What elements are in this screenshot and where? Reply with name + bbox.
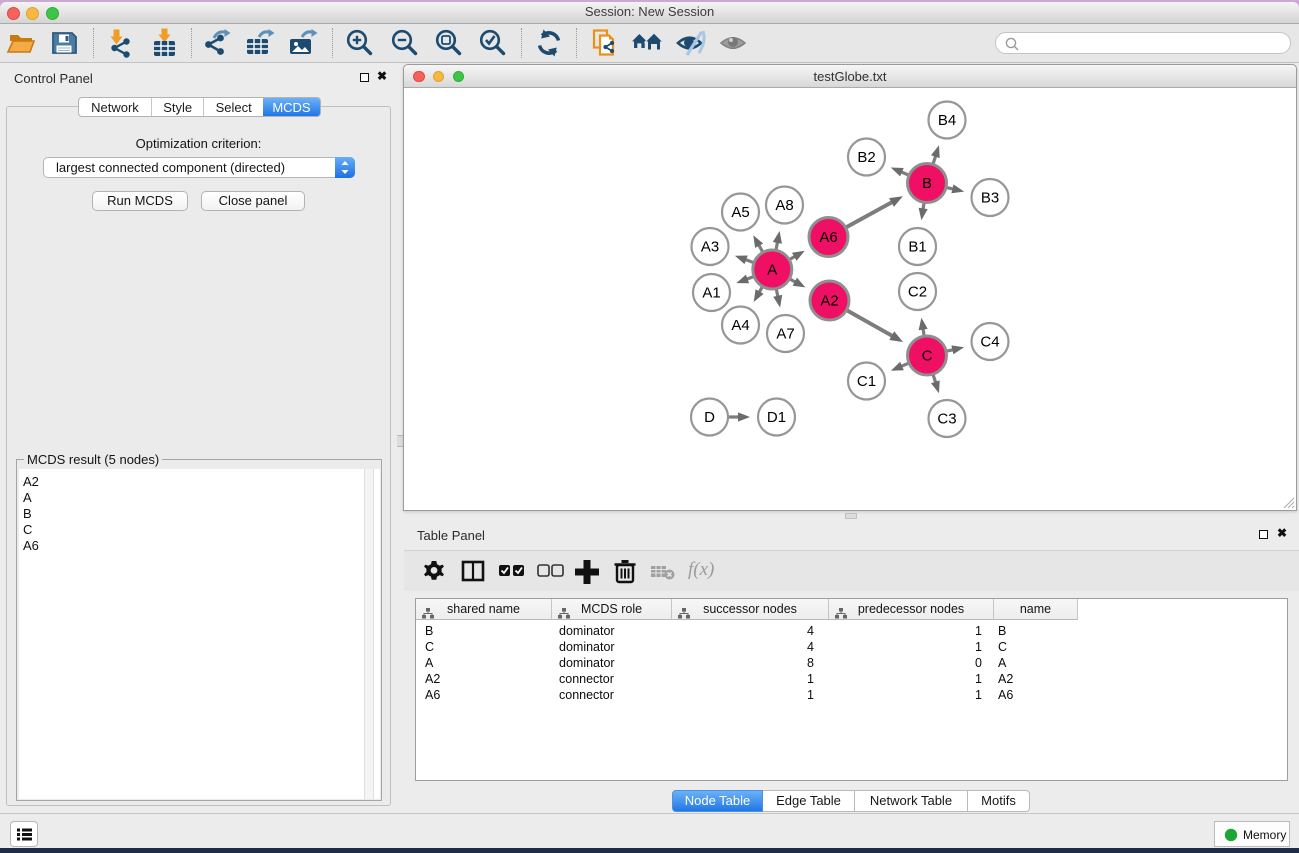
svg-text:C2: C2 [908, 283, 927, 300]
svg-text:A6: A6 [819, 229, 837, 246]
svg-text:B2: B2 [857, 149, 875, 166]
svg-text:C: C [922, 347, 933, 364]
svg-text:A4: A4 [731, 317, 749, 334]
svg-text:A3: A3 [701, 238, 719, 255]
svg-text:A5: A5 [731, 204, 749, 221]
svg-text:B3: B3 [981, 189, 999, 206]
svg-text:B: B [922, 175, 932, 192]
svg-text:C1: C1 [857, 373, 876, 390]
svg-text:B1: B1 [908, 238, 926, 255]
svg-text:A: A [767, 261, 777, 278]
svg-text:B4: B4 [938, 112, 956, 129]
svg-text:C4: C4 [980, 333, 999, 350]
svg-text:A7: A7 [776, 325, 794, 342]
svg-text:A2: A2 [820, 292, 838, 309]
svg-text:C3: C3 [937, 410, 956, 427]
svg-text:A1: A1 [702, 284, 720, 301]
svg-text:D1: D1 [767, 409, 786, 426]
svg-text:A8: A8 [775, 197, 793, 214]
svg-text:D: D [704, 409, 715, 426]
